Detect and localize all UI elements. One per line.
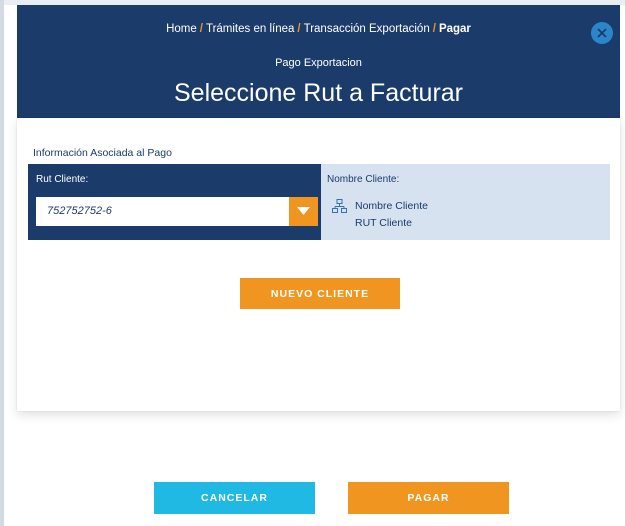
modal-title: Seleccione Rut a Facturar <box>173 79 464 107</box>
modal-header: Home / Trámites en línea / Transacción Expor… <box>17 5 620 118</box>
new-client-button[interactable]: NUEVO CLIENTE <box>240 278 400 309</box>
pay-button[interactable]: PAGAR <box>348 482 509 514</box>
breadcrumb-separator: / <box>297 23 301 35</box>
chevron-down-icon <box>297 207 310 215</box>
breadcrumb-separator: / <box>432 23 436 35</box>
breadcrumb-transaccion[interactable]: Transacción Exportación <box>304 23 430 35</box>
breadcrumb: Home / Trámites en línea / Transacción Expor… <box>17 23 620 35</box>
cancel-button[interactable]: CANCELAR <box>154 482 315 514</box>
rut-select[interactable]: 752752752-6 <box>36 197 318 226</box>
rut-label: Rut Cliente: <box>36 174 89 185</box>
close-icon <box>597 28 607 38</box>
client-panel: Nombre Cliente: Nombre Cliente RUT Clien… <box>321 164 610 240</box>
client-name: Nombre Cliente <box>355 200 428 212</box>
client-rut: RUT Cliente <box>355 217 412 229</box>
rut-panel: Rut Cliente: 752752752-6 <box>28 164 321 240</box>
rut-select-value: 752752752-6 <box>47 205 112 217</box>
client-label: Nombre Cliente: <box>327 174 400 185</box>
breadcrumb-current: Pagar <box>438 23 471 35</box>
org-chart-icon <box>332 199 347 213</box>
rut-dropdown-button[interactable] <box>289 197 318 226</box>
close-button[interactable] <box>591 22 613 44</box>
form-card: Información Asociada al Pago Rut Cliente… <box>17 118 620 411</box>
info-label: Información Asociada al Pago <box>33 147 172 159</box>
breadcrumb-home[interactable]: Home <box>166 23 197 35</box>
breadcrumb-separator: / <box>199 23 203 35</box>
breadcrumb-tramites[interactable]: Trámites en línea <box>206 23 294 35</box>
left-border <box>0 0 4 526</box>
modal-subtitle: Pago Exportacion <box>275 57 362 69</box>
